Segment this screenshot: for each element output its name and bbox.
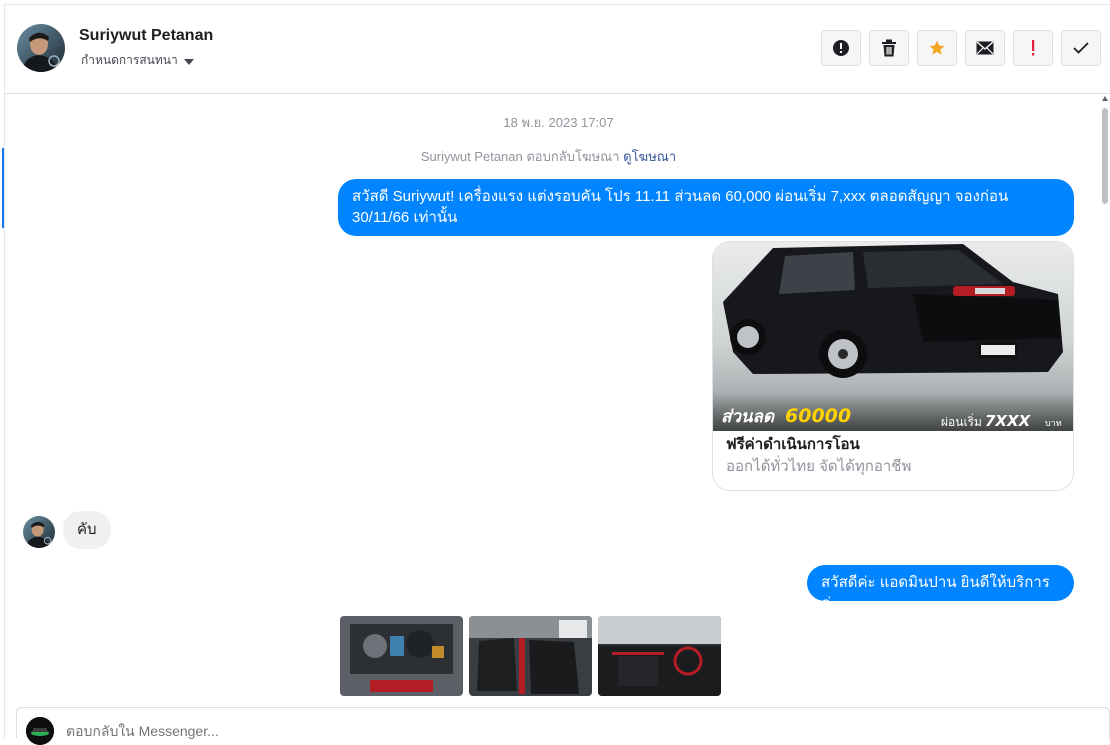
reply-input[interactable] (66, 723, 666, 739)
mark-done-button[interactable] (1061, 30, 1101, 66)
schedule-label: กำหนดการสนทนา (81, 53, 178, 67)
caret-down-icon (183, 58, 194, 65)
ad-image-discount-amount: 60000 (785, 405, 851, 427)
contact-avatar[interactable] (17, 24, 65, 72)
attachment-image-engine[interactable] (340, 616, 463, 696)
attachment-image-seats[interactable] (469, 616, 592, 696)
flag-important-button[interactable] (1013, 30, 1053, 66)
exclamation-icon (1032, 40, 1035, 56)
ad-card-description: ออกได้ทั่วไทย จัดได้ทุกอาชีพ (726, 458, 912, 475)
ad-card-title: ฟรีค่าดำเนินการโอน (726, 436, 860, 453)
ad-image-installment-amount: 7XXX (985, 412, 1032, 430)
contact-name[interactable]: Suriywut Petanan (79, 27, 213, 45)
page-avatar (26, 717, 54, 745)
scroll-up-icon[interactable] (1102, 96, 1108, 101)
mail-icon (976, 41, 994, 55)
star-button[interactable] (917, 30, 957, 66)
check-icon (1073, 42, 1089, 54)
incoming-message: คับ (63, 511, 111, 549)
image-attachments (340, 616, 721, 696)
mark-unread-button[interactable] (965, 30, 1005, 66)
ad-reply-text: Suriywut Petanan ตอบกลับโฆษณา (420, 149, 620, 164)
ad-image-installment-label: ผ่อนเริ่ม (941, 413, 982, 429)
message-composer (16, 707, 1110, 745)
ad-image[interactable]: ส่วนลด 60000 ผ่อนเริ่ม 7XXX บาท (713, 242, 1073, 431)
outgoing-message: สวัสดี Suriywut! เครื่องแรง แต่งรอบคัน โ… (338, 179, 1074, 236)
conversation-schedule-dropdown[interactable]: กำหนดการสนทนา (81, 51, 194, 70)
delete-button[interactable] (869, 30, 909, 66)
star-icon (929, 40, 945, 55)
sender-avatar[interactable] (23, 516, 55, 548)
scrollbar[interactable] (1102, 96, 1108, 696)
alert-circle-icon (833, 40, 849, 56)
ad-image-currency-unit: บาท (1045, 419, 1062, 429)
ad-reply-note: Suriywut Petanan ตอบกลับโฆษณา ดูโฆษณา (0, 146, 1097, 167)
view-ad-link[interactable]: ดูโฆษณา (623, 149, 676, 164)
report-button[interactable] (821, 30, 861, 66)
attachment-image-dashboard[interactable] (598, 616, 721, 696)
outgoing-message: สวัสดีค่ะ แอดมินปาน ยินดีให้บริการค่ะ (807, 565, 1074, 612)
message-timestamp: 18 พ.ย. 2023 17:07 (503, 115, 614, 130)
conversation-header: Suriywut Petanan กำหนดการสนทนา (5, 5, 1110, 94)
conversation-toolbar (821, 30, 1101, 66)
trash-icon (882, 39, 896, 57)
ad-image-discount-label: ส่วนลด (721, 407, 775, 427)
ad-card[interactable]: ส่วนลด 60000 ผ่อนเริ่ม 7XXX บาท ฟรีค่าดำ… (712, 241, 1074, 491)
